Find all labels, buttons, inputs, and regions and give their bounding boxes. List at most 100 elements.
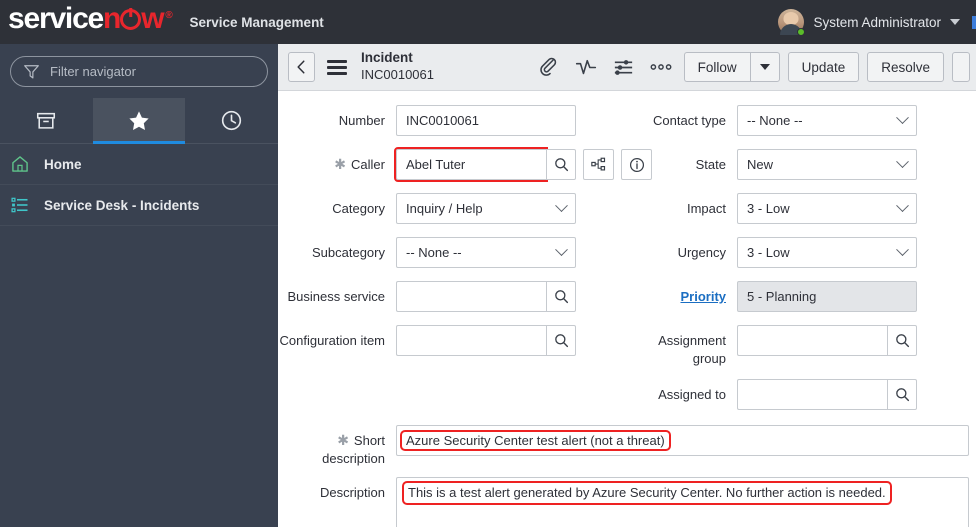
description-value: This is a test alert generated by Azure … (402, 481, 892, 506)
search-icon (554, 158, 568, 172)
more-icon[interactable] (650, 63, 672, 71)
incident-form: Number INC0010061 ✱ Caller Abel Tuter Ca… (278, 91, 976, 527)
configuration-item-label: Configuration item (279, 333, 386, 348)
search-icon (554, 334, 568, 348)
avatar[interactable] (778, 9, 806, 36)
assignment-group-label: Assignment group (658, 333, 726, 366)
short-description-label: ✱ Short description (322, 432, 385, 466)
state-value: New (747, 157, 774, 172)
form-action-buttons: Follow Update Resolve (683, 52, 976, 82)
required-asterisk-icon: ✱ (334, 156, 347, 172)
chevron-down-icon (759, 64, 770, 70)
assignment-group-lookup-button[interactable] (887, 325, 917, 356)
form-toolbar: Incident INC0010061 Follow Update Resolv… (278, 44, 976, 91)
record-number-label: INC0010061 (361, 67, 434, 83)
priority-link[interactable]: Priority (680, 289, 726, 304)
priority-value: 5 - Planning (737, 281, 917, 312)
field-row-category: Category Inquiry / Help (278, 193, 627, 225)
servicenow-logo[interactable]: servicen w ® (0, 1, 173, 41)
form-columns: Number INC0010061 ✱ Caller Abel Tuter Ca… (278, 105, 976, 423)
state-select[interactable]: New (737, 149, 917, 180)
subcategory-select[interactable]: -- None -- (396, 237, 576, 268)
overflow-action-button[interactable] (952, 52, 970, 82)
follow-split-button: Follow (683, 52, 780, 82)
sidebar-tab-favorites[interactable] (92, 98, 186, 144)
chevron-left-icon (297, 60, 305, 74)
online-status-dot (797, 28, 806, 36)
app-name-label: Service Management (189, 14, 324, 30)
chevron-down-icon[interactable] (950, 19, 960, 25)
field-row-business-service: Business service (278, 281, 627, 313)
toolbar-icon-group (538, 57, 684, 78)
application-navigator: Filter navigator Home Service Desk - Inc… (0, 44, 278, 527)
search-input[interactable]: Filter navigator (10, 56, 268, 87)
urgency-label: Urgency (677, 245, 726, 260)
sidebar-tab-all-applications[interactable] (0, 98, 93, 143)
form-column-left: Number INC0010061 ✱ Caller Abel Tuter Ca… (278, 105, 652, 423)
business-service-lookup-button[interactable] (546, 281, 576, 312)
top-navigation-bar: servicen w ® Service Management System Adm… (0, 0, 976, 44)
update-button[interactable]: Update (787, 52, 860, 82)
state-label: State (695, 157, 726, 172)
contact-type-label: Contact type (653, 113, 726, 128)
sidebar-item-label: Service Desk - Incidents (44, 197, 200, 213)
field-row-priority: Priority 5 - Planning (627, 281, 976, 313)
sliders-icon[interactable] (613, 58, 634, 77)
follow-button[interactable]: Follow (683, 52, 750, 82)
caller-label: ✱ Caller (334, 156, 385, 172)
field-row-caller: ✱ Caller Abel Tuter (278, 147, 652, 182)
business-service-control (396, 281, 576, 312)
top-bar-right-group: System Administrator (778, 0, 976, 44)
urgency-control: 3 - Low (737, 237, 917, 268)
sidebar-item-service-desk-incidents[interactable]: Service Desk - Incidents (0, 185, 278, 226)
short-description-value: Azure Security Center test alert (not a … (400, 430, 671, 452)
paperclip-icon[interactable] (538, 57, 559, 78)
logo-now-text: nw (103, 1, 164, 35)
caller-lookup-button[interactable] (546, 149, 576, 180)
configuration-item-input[interactable] (396, 325, 546, 356)
urgency-select[interactable]: 3 - Low (737, 237, 917, 268)
caller-org-chart-button[interactable] (583, 149, 614, 180)
field-row-impact: Impact 3 - Low (627, 193, 976, 225)
priority-control: 5 - Planning (737, 281, 917, 312)
caller-control: Abel Tuter (394, 147, 652, 182)
assigned-to-input[interactable] (737, 379, 887, 411)
resolve-button[interactable]: Resolve (867, 52, 944, 82)
short-description-input[interactable]: Azure Security Center test alert (not a … (396, 425, 969, 457)
activity-icon[interactable] (575, 58, 597, 77)
chevron-down-icon (896, 199, 909, 213)
field-row-short-description: ✱ Short description Azure Security Center… (278, 425, 976, 467)
archive-box-icon (37, 112, 56, 129)
context-menu-icon[interactable] (327, 59, 347, 75)
business-service-label: Business service (287, 289, 385, 304)
sidebar-item-home[interactable]: Home (0, 144, 278, 185)
assigned-to-label: Assigned to (658, 387, 726, 403)
chevron-down-icon (555, 243, 568, 257)
list-icon (11, 197, 28, 213)
number-control: INC0010061 (396, 105, 576, 136)
home-icon (12, 156, 28, 172)
category-select[interactable]: Inquiry / Help (396, 193, 576, 224)
chevron-down-icon (896, 155, 909, 169)
assignment-group-input[interactable] (737, 325, 887, 356)
description-textarea[interactable]: This is a test alert generated by Azure … (396, 477, 969, 527)
field-row-configuration-item: Configuration item (278, 325, 627, 357)
clock-icon (222, 110, 242, 131)
caller-input[interactable]: Abel Tuter (394, 147, 548, 182)
follow-dropdown-button[interactable] (749, 52, 780, 82)
filter-navigator-placeholder: Filter navigator (50, 64, 136, 79)
chevron-down-icon (896, 111, 909, 125)
contact-type-select[interactable]: -- None -- (737, 105, 917, 136)
impact-select[interactable]: 3 - Low (737, 193, 917, 224)
business-service-input[interactable] (396, 281, 546, 312)
back-button[interactable] (288, 52, 315, 82)
assigned-to-lookup-button[interactable] (887, 379, 917, 411)
configuration-item-control (396, 325, 576, 356)
record-type-label: Incident (361, 50, 413, 66)
user-menu[interactable]: System Administrator (778, 9, 960, 36)
required-asterisk-icon: ✱ (337, 432, 349, 449)
number-input[interactable]: INC0010061 (396, 105, 576, 136)
configuration-item-lookup-button[interactable] (546, 325, 576, 356)
sidebar-tab-history[interactable] (185, 98, 278, 143)
number-label: Number (338, 113, 385, 128)
